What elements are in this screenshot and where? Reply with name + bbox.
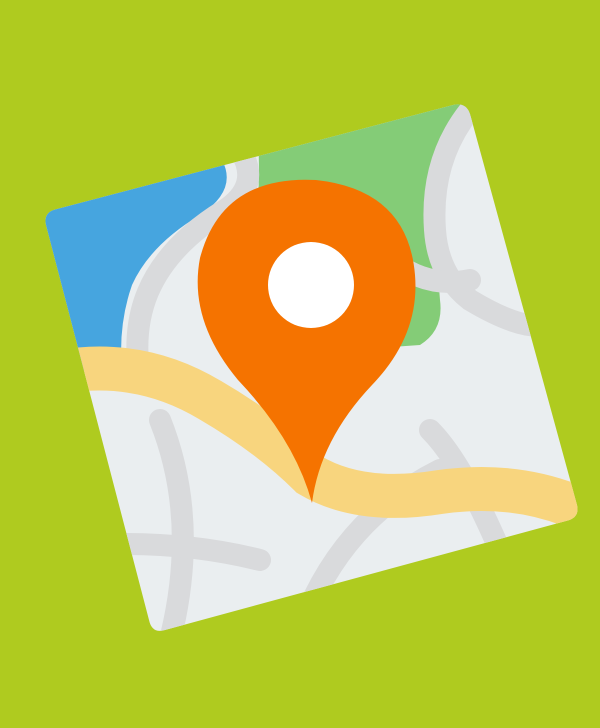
map-illustration (0, 0, 600, 728)
app-icon-canvas (0, 0, 600, 728)
pin-center-dot (268, 242, 354, 328)
